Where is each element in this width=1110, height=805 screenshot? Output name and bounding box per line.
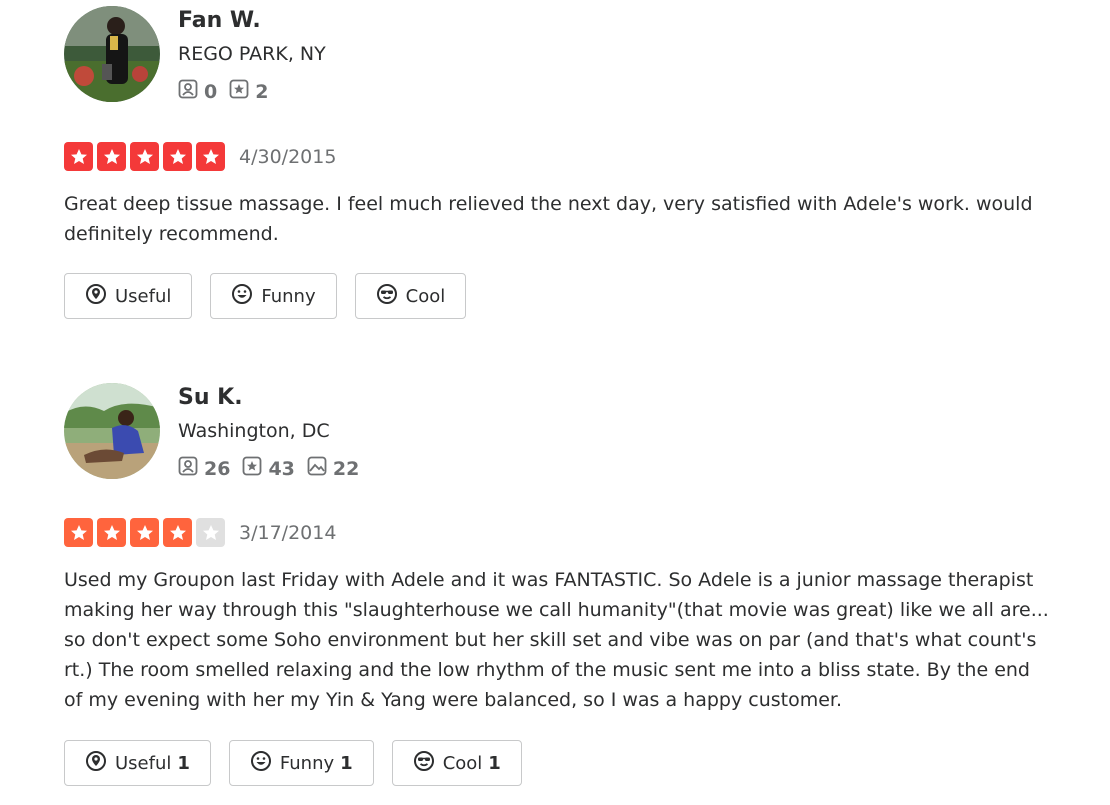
funny-icon	[250, 750, 280, 777]
friends-icon	[178, 456, 204, 481]
cool-icon	[413, 750, 443, 777]
review-date: 3/17/2014	[239, 521, 337, 544]
rating-star	[97, 518, 126, 547]
user-stats: 26 43 22	[178, 456, 371, 481]
useful-icon	[85, 283, 115, 310]
useful-count: 1	[177, 752, 190, 774]
cool-count: 1	[488, 752, 501, 774]
user-stats: 0 2	[178, 79, 280, 104]
photos-stat: 22	[307, 456, 359, 481]
reaction-buttons: Useful Funny Cool	[64, 273, 484, 319]
rating-star	[130, 518, 159, 547]
review-date: 4/30/2015	[239, 145, 337, 168]
funny-label: Funny	[261, 285, 316, 307]
rating-star	[163, 142, 192, 171]
rating-star	[130, 142, 159, 171]
friends-icon	[178, 79, 204, 104]
funny-label: Funny	[279, 752, 335, 774]
cool-icon	[376, 283, 406, 310]
reviews-count: 2	[255, 80, 269, 103]
friends-stat: 26	[178, 456, 230, 481]
user-location: REGO PARK, NY	[178, 43, 326, 65]
rating-star	[64, 142, 93, 171]
useful-label: Useful	[115, 285, 172, 307]
useful-button[interactable]: Useful 1	[64, 740, 211, 786]
avatar[interactable]	[64, 383, 160, 479]
rating-star	[97, 142, 126, 171]
friends-count: 0	[204, 80, 218, 103]
reviews-stat: 2	[229, 79, 268, 104]
star-rating	[64, 518, 229, 547]
funny-icon	[231, 283, 261, 310]
photos-count: 22	[332, 457, 360, 480]
cool-label: Cool	[405, 285, 446, 307]
review-star-icon	[242, 456, 268, 481]
cool-button[interactable]: Cool	[354, 273, 467, 319]
photo-icon	[307, 456, 333, 481]
reviews-stat: 43	[242, 456, 295, 481]
star-rating	[64, 142, 229, 171]
user-name[interactable]: Su K.	[178, 385, 243, 410]
avatar[interactable]	[64, 6, 160, 102]
funny-button[interactable]: Funny	[210, 273, 337, 319]
rating-star	[196, 518, 225, 547]
useful-label: Useful	[115, 752, 172, 774]
funny-count: 1	[340, 752, 353, 774]
user-name[interactable]: Fan W.	[178, 8, 261, 33]
user-location: Washington, DC	[178, 420, 330, 442]
useful-button[interactable]: Useful	[64, 273, 193, 319]
review-text: Great deep tissue massage. I feel much r…	[64, 193, 1033, 245]
cool-label: Cool	[442, 752, 483, 774]
rating-star	[163, 518, 192, 547]
rating-row: 3/17/2014	[64, 518, 336, 547]
rating-star	[196, 142, 225, 171]
useful-icon	[85, 750, 115, 777]
friends-stat: 0	[178, 79, 217, 104]
friends-count: 26	[204, 457, 231, 480]
review-star-icon	[229, 79, 255, 104]
funny-button[interactable]: Funny 1	[228, 740, 374, 786]
rating-row: 4/30/2015	[64, 142, 336, 171]
cool-button[interactable]: Cool 1	[391, 740, 522, 786]
reaction-buttons: Useful 1 Funny 1 Cool 1	[64, 740, 540, 786]
review-text: Used my Groupon last Friday with Adele a…	[64, 569, 1049, 711]
rating-star	[64, 518, 93, 547]
reviews-count: 43	[268, 457, 295, 480]
